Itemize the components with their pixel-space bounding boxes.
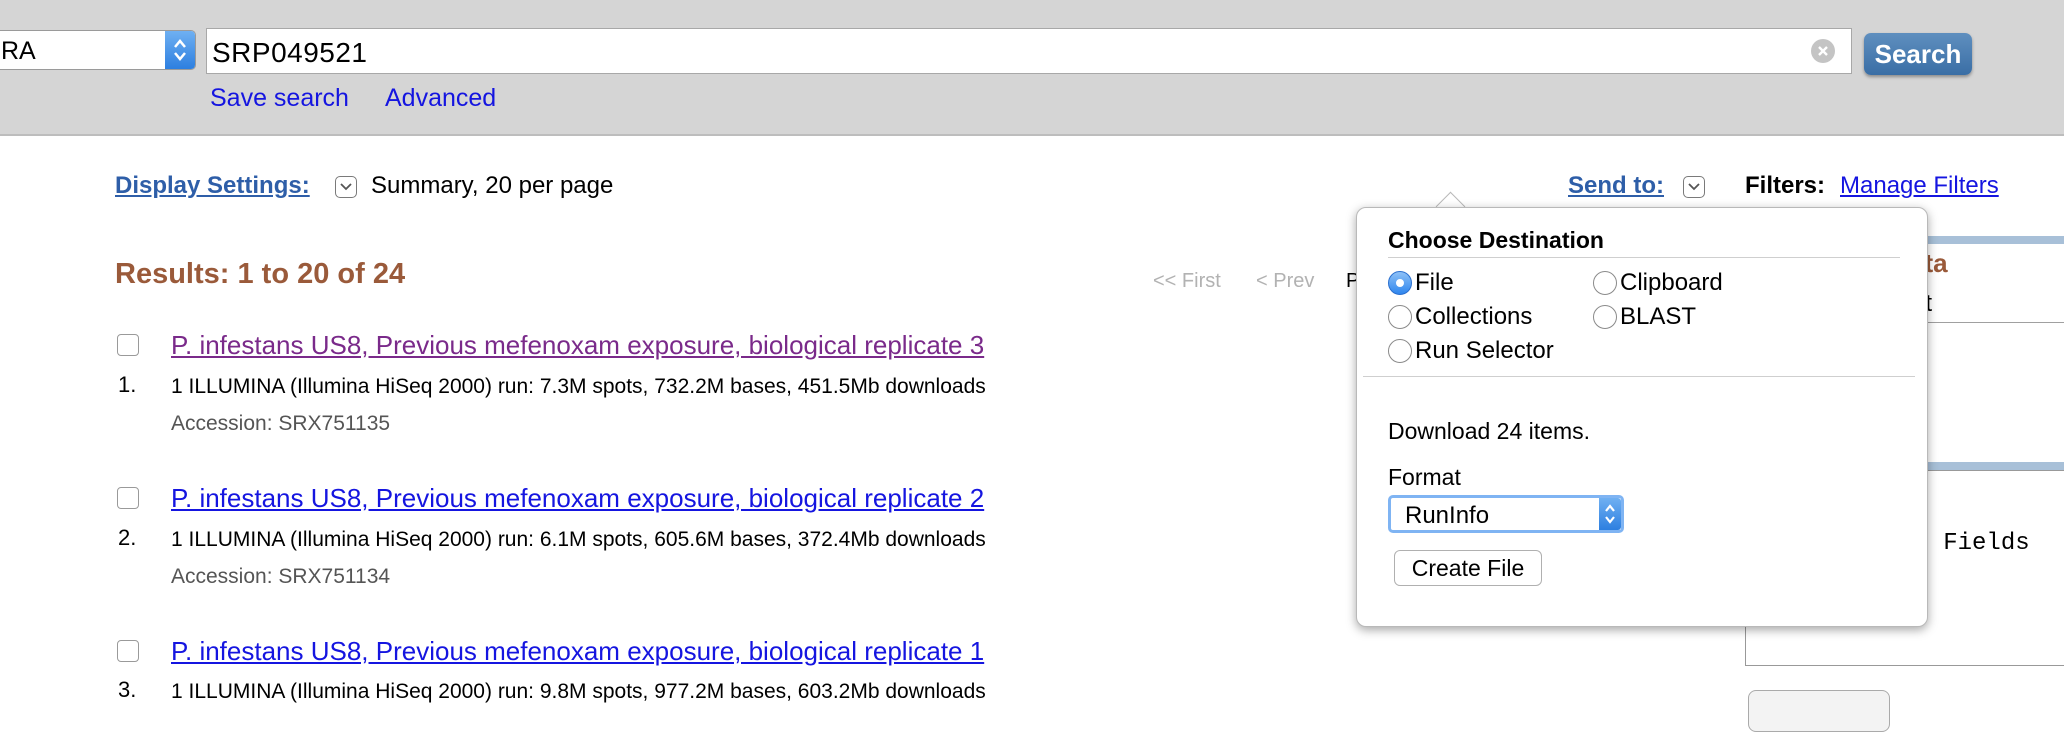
radio-run-selector[interactable] xyxy=(1388,339,1412,363)
manage-filters-link[interactable]: Manage Filters xyxy=(1840,172,1999,200)
radio-dot-icon xyxy=(1396,279,1404,287)
search-query: SRP049521 xyxy=(212,37,368,68)
display-settings-value: Summary, 20 per page xyxy=(371,172,614,199)
create-file-button[interactable]: Create File xyxy=(1394,550,1542,586)
send-to-chevron-icon[interactable] xyxy=(1683,176,1705,198)
results-count: Results: 1 to 20 of 24 xyxy=(115,258,406,290)
result-number: 2. xyxy=(118,525,137,550)
result-checkbox[interactable] xyxy=(117,640,139,662)
display-settings-chevron-icon[interactable] xyxy=(335,176,357,198)
save-search-link[interactable]: Save search xyxy=(210,84,349,113)
format-label: Format xyxy=(1388,464,1461,490)
result-title-link[interactable]: P. infestans US8, Previous mefenoxam exp… xyxy=(171,483,984,514)
format-select[interactable]: RunInfo xyxy=(1388,495,1624,533)
result-description: 1 ILLUMINA (Illumina HiSeq 2000) run: 6.… xyxy=(171,528,986,551)
display-settings-link[interactable]: Display Settings: xyxy=(115,172,310,200)
database-select[interactable]: RA xyxy=(0,30,196,70)
updown-arrows-icon xyxy=(1599,498,1621,530)
database-select-value: RA xyxy=(1,37,36,65)
download-count-text: Download 24 items. xyxy=(1388,418,1590,444)
search-button[interactable]: Search xyxy=(1864,33,1972,75)
filters-label: Filters: xyxy=(1745,172,1826,199)
result-checkbox[interactable] xyxy=(117,487,139,509)
result-accession: Accession: SRX751135 xyxy=(171,412,391,435)
result-number: 3. xyxy=(118,677,137,702)
popup-divider xyxy=(1388,257,1900,258)
pager-prev-link[interactable]: < Prev xyxy=(1256,270,1314,293)
side-panel-divider xyxy=(1920,236,2064,244)
radio-clipboard-label[interactable]: Clipboard xyxy=(1620,269,1723,297)
popup-divider xyxy=(1363,376,1915,377)
search-input[interactable]: SRP049521 xyxy=(206,28,1852,74)
result-checkbox[interactable] xyxy=(117,334,139,356)
side-panel-button[interactable] xyxy=(1748,690,1890,732)
popup-title: Choose Destination xyxy=(1388,227,1604,253)
result-title-link[interactable]: P. infestans US8, Previous mefenoxam exp… xyxy=(171,330,984,361)
radio-file-label[interactable]: File xyxy=(1415,269,1454,297)
radio-clipboard[interactable] xyxy=(1593,271,1617,295)
result-accession: Accession: SRX751134 xyxy=(171,565,391,588)
pager-first-link[interactable]: << First xyxy=(1153,270,1221,293)
search-bar: RA SRP049521 Search Save search Advanced xyxy=(0,0,2064,136)
send-to-link[interactable]: Send to: xyxy=(1568,172,1664,200)
result-title-link[interactable]: P. infestans US8, Previous mefenoxam exp… xyxy=(171,636,984,667)
clear-icon[interactable] xyxy=(1811,39,1835,63)
send-to-popup: Choose Destination File Clipboard Collec… xyxy=(1356,207,1928,627)
radio-file[interactable] xyxy=(1388,271,1412,295)
format-select-value: RunInfo xyxy=(1405,502,1490,529)
advanced-search-link[interactable]: Advanced xyxy=(385,84,496,113)
radio-blast[interactable] xyxy=(1593,305,1617,329)
radio-collections-label[interactable]: Collections xyxy=(1415,303,1532,331)
radio-blast-label[interactable]: BLAST xyxy=(1620,303,1696,331)
updown-arrows-icon xyxy=(165,31,195,69)
result-description: 1 ILLUMINA (Illumina HiSeq 2000) run: 9.… xyxy=(171,680,986,703)
radio-collections[interactable] xyxy=(1388,305,1412,329)
result-description: 1 ILLUMINA (Illumina HiSeq 2000) run: 7.… xyxy=(171,375,986,398)
result-number: 1. xyxy=(118,372,137,397)
radio-run-selector-label[interactable]: Run Selector xyxy=(1415,337,1554,365)
